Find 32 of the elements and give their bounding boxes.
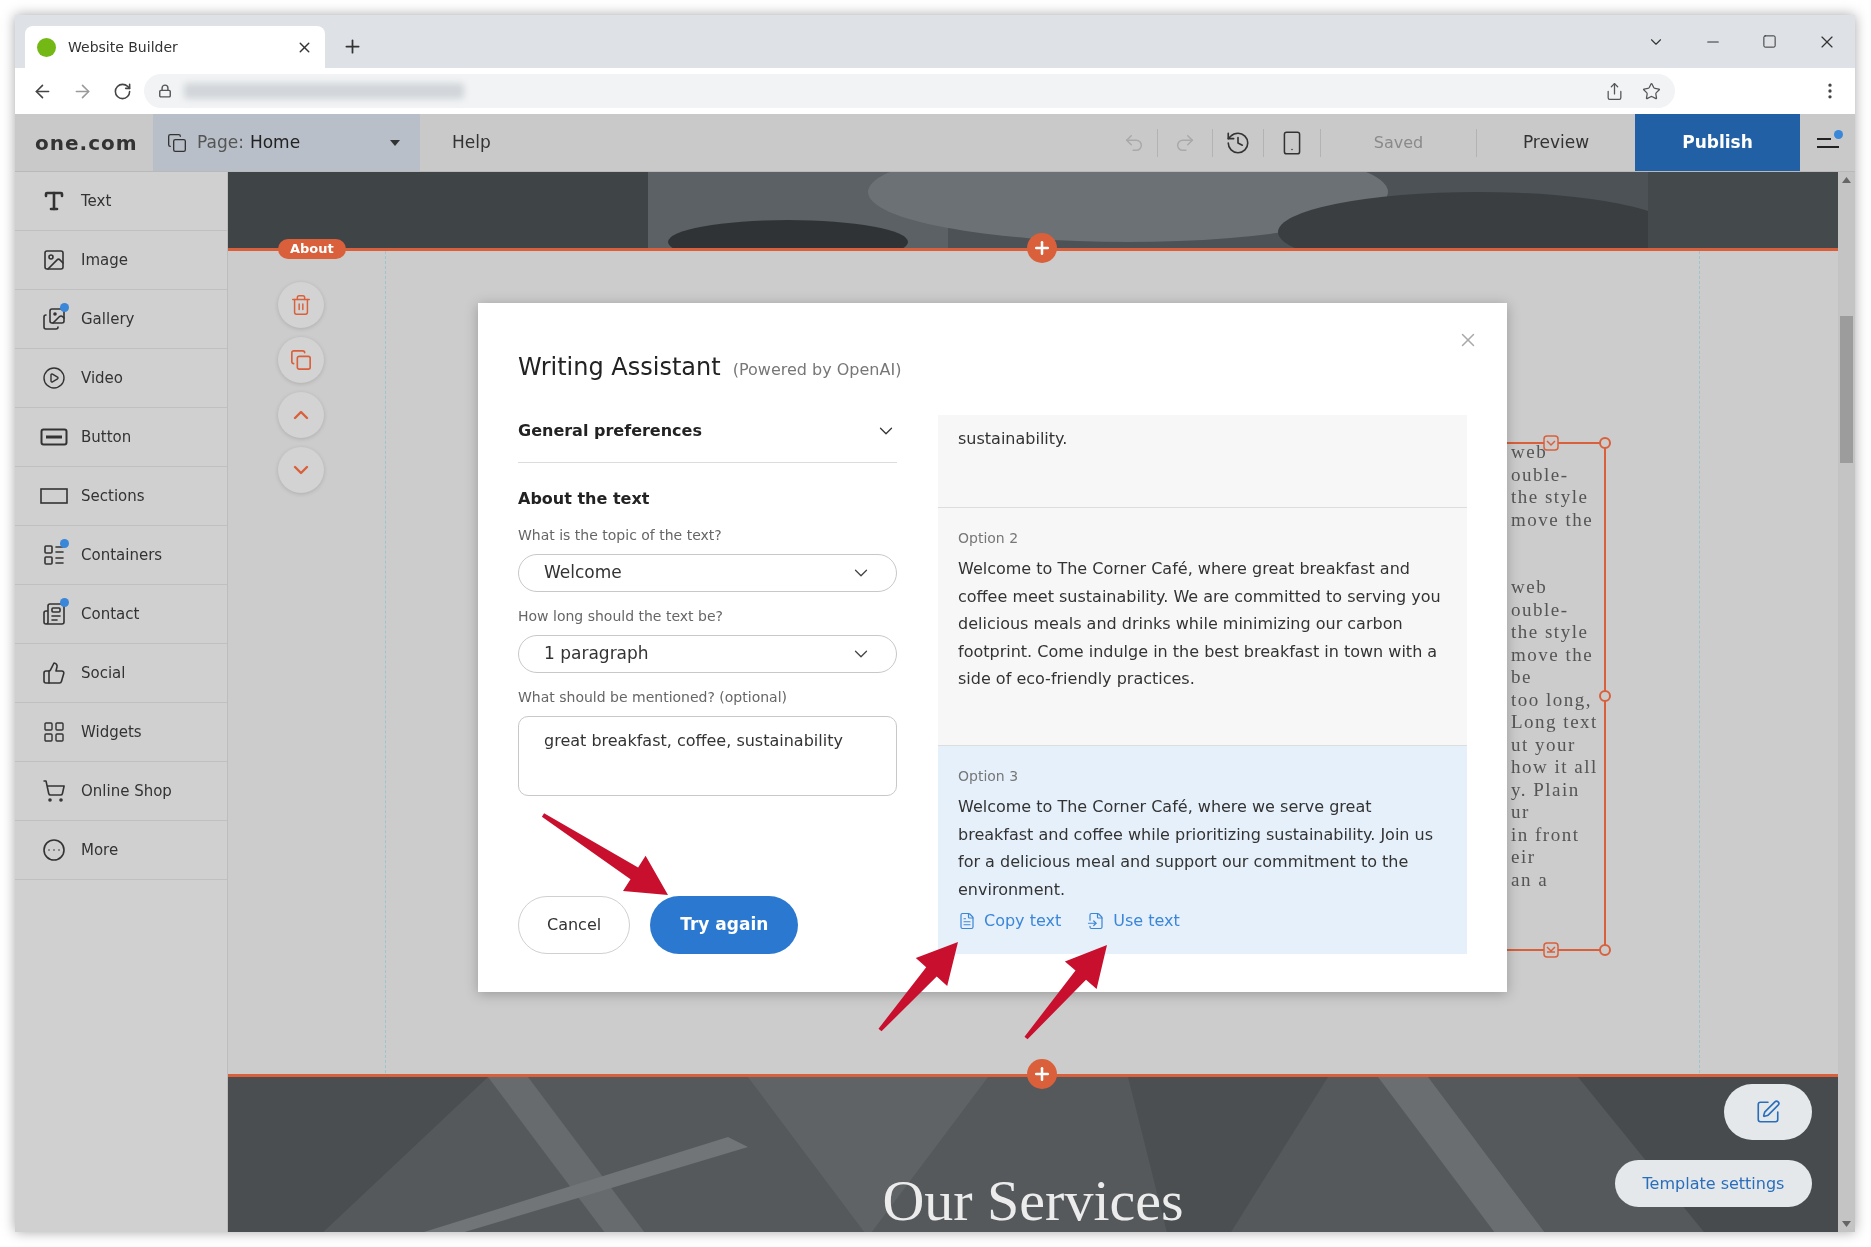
text-fragment: the style	[1511, 621, 1590, 644]
text-fragment: ut your	[1511, 733, 1577, 756]
text-fragment: ur	[1511, 801, 1531, 824]
option-label: Option 3	[958, 767, 1020, 786]
dialog-subtitle: (Powered by OpenAI)	[732, 359, 902, 381]
text-fragment: move the	[1511, 508, 1595, 531]
text-fragment: eir	[1511, 846, 1537, 869]
text-fragment: ouble-	[1511, 463, 1570, 486]
text-fragment: in front	[1511, 823, 1581, 846]
option-label: Option 2	[958, 529, 1020, 548]
text-fragment: move the	[1511, 643, 1595, 666]
section-heading: Our Services	[882, 1169, 1184, 1232]
option-text: Welcome to The Corner Café, where great breakfast and coffee meet sustainability. We are committed to serving you delicious meals and drinks while minimizing our carbon footprint. Come indulge in the best breakfast in town with a side of eco-friendly practices.	[958, 558, 1442, 690]
field-label: What is the topic of the text?	[518, 526, 723, 545]
text-fragment: web	[1511, 441, 1549, 464]
text-fragment: be	[1511, 666, 1533, 689]
dialog-title: Writing Assistant	[518, 352, 721, 383]
text-fragment: Long text	[1511, 711, 1598, 734]
field-label: How long should the text be?	[518, 607, 724, 626]
tab-title: Website Builder	[68, 37, 178, 57]
save-status: Saved	[1373, 131, 1424, 154]
text-fragment: too long,	[1511, 688, 1594, 711]
option-text: sustainability.	[958, 428, 1069, 450]
text-fragment: how it all	[1511, 756, 1598, 779]
text-fragment: web	[1511, 576, 1549, 599]
section-title: About the text	[518, 488, 651, 510]
field-label: What should be mentioned? (optional)	[518, 688, 788, 707]
text-fragment: the style	[1511, 486, 1590, 509]
text-fragment: ouble-	[1511, 598, 1570, 621]
option-text: Welcome to The Corner Café, where we serve great breakfast and coffee while prioritizing sustainability. Join us for a delicious meal and support our commitment to the environment.	[958, 796, 1435, 901]
text-fragment: y. Plain	[1511, 778, 1581, 801]
text-fragment: an a	[1511, 868, 1550, 891]
